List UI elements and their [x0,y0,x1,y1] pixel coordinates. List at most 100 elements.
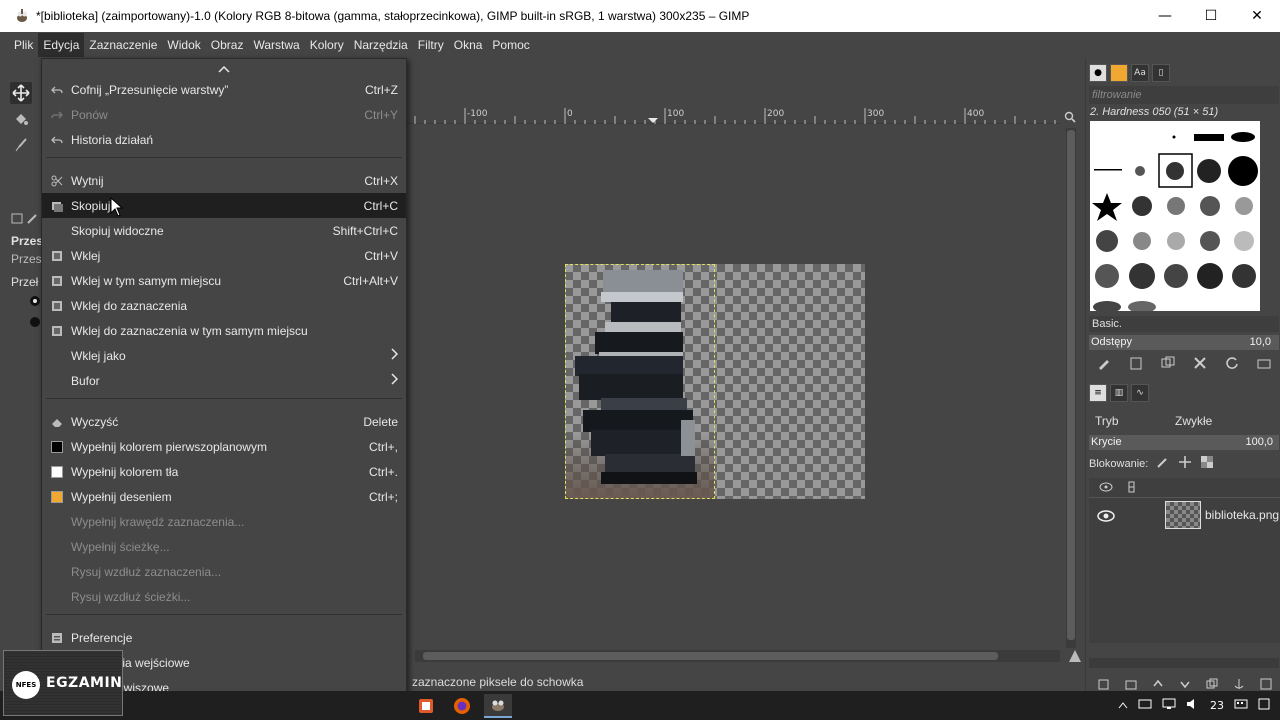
lock-alpha-icon[interactable] [1200,455,1214,472]
radio-button-selected[interactable] [30,296,40,306]
spacing-slider[interactable]: Odstępy 10,0 [1089,335,1279,350]
patterns-tab-icon[interactable] [1110,64,1128,82]
menu-item-paste-into-in-place[interactable]: Wklej do zaznaczenia w tym samym miejscu [42,318,406,343]
spacing-value[interactable]: 10,0 [1250,335,1271,350]
document-history-tab-icon[interactable]: ▯ [1152,64,1170,82]
anchor-layer-icon[interactable] [1229,676,1248,692]
maximize-button[interactable]: ☐ [1188,0,1234,32]
menu-scroll-up-icon[interactable] [42,61,406,77]
duplicate-layer-icon[interactable] [1202,676,1221,692]
spacing-label: Odstępy [1091,336,1132,348]
layer-mask-icon[interactable] [1256,676,1275,692]
menu-item-undo[interactable]: Cofnij „Przesunięcie warstwy” Ctrl+Z [42,77,406,102]
edit-brush-icon[interactable] [1094,355,1113,371]
menu-windows[interactable]: Okna [449,33,488,57]
menu-item-undo-history[interactable]: Historia działań [42,127,406,152]
lower-layer-icon[interactable] [1175,676,1194,692]
taskbar-app-icon[interactable] [412,694,440,718]
minimize-button[interactable]: — [1142,0,1188,32]
menu-item-fill-path[interactable]: Wypełnij ścieżkę... [42,534,406,559]
layer-visibility-eye-icon[interactable] [1097,509,1115,526]
menu-view[interactable]: Widok [162,33,205,57]
menu-item-cut[interactable]: Wytnij Ctrl+X [42,168,406,193]
menu-item-paste-as[interactable]: Wklej jako [42,343,406,368]
menu-item-redo[interactable]: Ponów Ctrl+Y [42,102,406,127]
channels-tab-icon[interactable]: ▥ [1110,384,1128,402]
brush-filter-input[interactable]: filtrowanie [1089,86,1279,104]
menu-item-copy-visible[interactable]: Skopiuj widoczne Shift+Ctrl+C [42,218,406,243]
menu-item-buffer[interactable]: Bufor [42,368,406,393]
new-layer-icon[interactable] [1094,676,1113,692]
layer-mode-select[interactable]: Tryb Zwykłe [1089,411,1280,431]
menu-help[interactable]: Pomoc [487,33,534,57]
vertical-scroll-thumb[interactable] [1067,130,1075,640]
new-brush-icon[interactable] [1126,355,1145,371]
menu-item-stroke-path[interactable]: Rysuj wzdłuż ścieżki... [42,584,406,609]
horizontal-scrollbar[interactable] [415,650,1060,662]
firefox-icon[interactable] [448,694,476,718]
menu-filters[interactable]: Filtry [413,33,449,57]
layers-horizontal-scrollbar[interactable] [1089,658,1279,668]
close-button[interactable]: ✕ [1234,0,1280,32]
vertical-scrollbar[interactable] [1066,128,1076,648]
layer-row[interactable]: biblioteka.png [1089,501,1280,531]
menu-colors[interactable]: Kolory [305,33,349,57]
menu-tools[interactable]: Narzędzia [349,33,413,57]
tray-monitor-icon[interactable] [1162,698,1176,713]
layer-mode-value[interactable]: Zwykłe [1175,414,1212,428]
tray-volume-icon[interactable] [1186,698,1200,713]
layer-thumbnail[interactable] [1165,501,1201,529]
menu-separator [46,398,402,399]
tool-options-tab-icon[interactable] [10,211,40,227]
new-layer-group-icon[interactable] [1121,676,1140,692]
lock-position-icon[interactable] [1178,455,1192,472]
zoom-fit-icon[interactable] [1061,108,1078,125]
menu-item-preferences[interactable]: Preferencje [42,625,406,650]
radio-button[interactable] [30,317,40,327]
duplicate-brush-icon[interactable] [1158,355,1177,371]
fonts-tab-icon[interactable]: Aa [1131,64,1149,82]
tray-clock[interactable]: 23 [1210,699,1224,712]
brushes-tab-icon[interactable]: ● [1089,64,1107,82]
menu-layer[interactable]: Warstwa [248,33,304,57]
navigate-icon[interactable] [1067,648,1083,664]
bucket-fill-tool-icon[interactable] [10,108,32,130]
menu-item-fill-selection-outline[interactable]: Wypełnij krawędź zaznaczenia... [42,509,406,534]
tray-chevron-icon[interactable] [1118,699,1128,712]
menu-image[interactable]: Obraz [206,33,249,57]
opacity-slider[interactable]: Krycie 100,0 [1089,435,1279,450]
paintbrush-tool-icon[interactable] [10,134,32,156]
open-brush-as-image-icon[interactable] [1254,355,1273,371]
refresh-brushes-icon[interactable] [1222,355,1241,371]
tray-network-icon[interactable] [1138,698,1152,713]
tray-notifications-icon[interactable] [1258,698,1270,713]
move-tool-icon[interactable] [10,82,32,104]
lock-pixels-icon[interactable] [1156,455,1170,472]
opacity-value[interactable]: 100,0 [1245,435,1273,450]
delete-brush-icon[interactable] [1190,355,1209,371]
menu-item-paste-into[interactable]: Wklej do zaznaczenia [42,293,406,318]
edit-menu-dropdown: Cofnij „Przesunięcie warstwy” Ctrl+Z Pon… [41,58,407,720]
menu-item-paste[interactable]: Wklej Ctrl+V [42,243,406,268]
menu-item-copy[interactable]: Skopiuj Ctrl+C [42,193,406,218]
brush-grid[interactable] [1090,121,1260,311]
menu-edit[interactable]: Edycja [38,33,85,57]
menu-item-fill-bg[interactable]: Wypełnij kolorem tła Ctrl+. [42,459,406,484]
menu-select[interactable]: Zaznaczenie [84,33,162,57]
layers-tab-icon[interactable]: ≡ [1089,384,1107,402]
menu-item-fill-fg[interactable]: Wypełnij kolorem pierwszoplanowym Ctrl+, [42,434,406,459]
paths-tab-icon[interactable]: ∿ [1131,384,1149,402]
tray-keyboard-icon[interactable] [1234,698,1248,713]
layer-name[interactable]: biblioteka.png [1205,508,1279,522]
menu-item-stroke-selection[interactable]: Rysuj wzdłuż zaznaczenia... [42,559,406,584]
title-bar: *[biblioteka] (zaimportowany)-1.0 (Kolor… [0,0,1280,32]
brush-preset-select[interactable]: Basic. [1089,316,1279,332]
image-canvas[interactable] [565,264,865,499]
gimp-taskbar-icon[interactable] [484,694,512,718]
menu-item-fill-pattern[interactable]: Wypełnij deseniem Ctrl+; [42,484,406,509]
menu-file[interactable]: Plik [9,33,38,57]
menu-item-paste-in-place[interactable]: Wklej w tym samym miejscu Ctrl+Alt+V [42,268,406,293]
raise-layer-icon[interactable] [1148,676,1167,692]
horizontal-scroll-thumb[interactable] [423,652,998,660]
menu-item-clear[interactable]: Wyczyść Delete [42,409,406,434]
